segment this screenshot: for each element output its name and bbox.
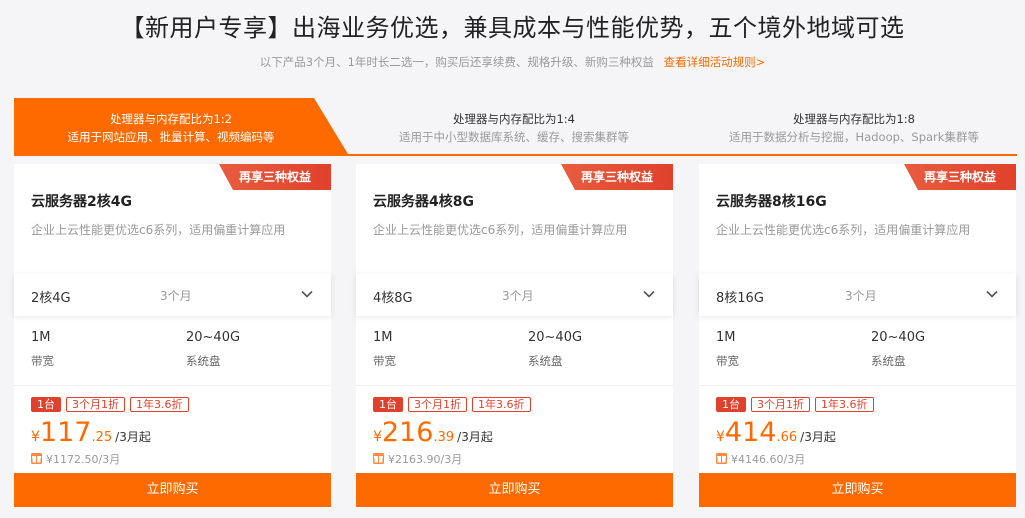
currency-symbol: ¥ <box>716 429 725 445</box>
spec-value: 4核8G <box>373 291 413 306</box>
subtitle-text: 以下产品3个月、1年时长二选一，购买后还享续费、规格升级、新购三种权益 <box>259 55 654 69</box>
tab-ratio-1-4[interactable]: 处理器与内存配比为1:4 适用于中小型数据库系统、缓存、搜索集群等 <box>354 98 674 154</box>
buy-now-button[interactable]: 立即购买 <box>699 473 1016 507</box>
duration-value: 3个月 <box>502 289 534 303</box>
price-unit: /3月起 <box>115 430 151 444</box>
tab-desc: 适用于网站应用、批量计算、视频编码等 <box>67 130 275 144</box>
product-card-4c8g: 再享三种权益 云服务器4核8G 企业上云性能更优选c6系列，适用偏重计算应用 4… <box>356 164 673 507</box>
page-title: 【新用户专享】出海业务优选，兼具成本与性能优势，五个境外地域可选 <box>120 14 905 42</box>
price: ¥117.25/3月起 <box>31 417 151 448</box>
tab-ratio-1-8[interactable]: 处理器与内存配比为1:8 适用于数据分析与挖掘，Hadoop、Spark集群等 <box>694 98 1014 154</box>
quantity-tag: 1台 <box>373 397 403 412</box>
bandwidth-label: 带宽 <box>373 354 396 368</box>
card-title: 云服务器8核16G <box>716 194 827 210</box>
spec-grid: 1M 带宽 20~40G 系统盘 <box>14 316 331 386</box>
tab-ratio-1-2[interactable]: 处理器与内存配比为1:2 适用于网站应用、批量计算、视频编码等 <box>14 98 348 154</box>
discount-tag-1y: 1年3.6折 <box>815 397 874 412</box>
discount-tag-1y: 1年3.6折 <box>472 397 531 412</box>
spec-duration-select[interactable]: 8核16G 3个月 <box>699 274 1016 316</box>
tab-desc: 适用于中小型数据库系统、缓存、搜索集群等 <box>399 130 629 144</box>
original-price-text: ¥1172.50/3月 <box>46 453 121 466</box>
price-decimal: .39 <box>433 430 455 445</box>
spec-duration-select[interactable]: 4核8G 3个月 <box>356 274 673 316</box>
card-title: 云服务器4核8G <box>373 194 474 210</box>
price-integer: 414 <box>724 417 777 448</box>
duration-value: 3个月 <box>160 289 192 303</box>
discount-tag-3m: 3个月1折 <box>408 397 467 412</box>
original-price: ¥1172.50/3月 <box>31 451 120 467</box>
chevron-down-icon <box>301 290 313 298</box>
gift-icon <box>31 453 42 464</box>
tab-title: 处理器与内存配比为1:4 <box>452 112 575 126</box>
spec-duration-select[interactable]: 2核4G 3个月 <box>14 274 331 316</box>
original-price: ¥4146.60/3月 <box>716 451 805 467</box>
tab-title: 处理器与内存配比为1:8 <box>792 112 915 126</box>
disk-label: 系统盘 <box>871 354 906 368</box>
card-title: 云服务器2核4G <box>31 194 132 210</box>
currency-symbol: ¥ <box>31 429 40 445</box>
disk-value: 20~40G <box>528 330 583 345</box>
buy-now-button[interactable]: 立即购买 <box>14 473 331 507</box>
price-decimal: .25 <box>91 430 113 445</box>
bandwidth-value: 1M <box>716 330 736 345</box>
chevron-down-icon <box>643 290 655 298</box>
price-integer: 117 <box>39 417 92 448</box>
bandwidth-label: 带宽 <box>716 354 739 368</box>
product-card-2c4g: 再享三种权益 云服务器2核4G 企业上云性能更优选c6系列，适用偏重计算应用 2… <box>14 164 331 507</box>
card-desc: 企业上云性能更优选c6系列，适用偏重计算应用 <box>373 223 628 237</box>
spec-value: 2核4G <box>31 291 71 306</box>
benefit-badge: 再享三种权益 <box>561 164 673 190</box>
spec-grid: 1M 带宽 20~40G 系统盘 <box>356 316 673 386</box>
discount-tags: 1台 3个月1折 1年3.6折 <box>716 397 879 413</box>
original-price-text: ¥4146.60/3月 <box>731 453 806 466</box>
disk-label: 系统盘 <box>528 354 563 368</box>
tab-title: 处理器与内存配比为1:2 <box>109 112 232 126</box>
price-unit: /3月起 <box>457 430 493 444</box>
discount-tag-3m: 3个月1折 <box>751 397 810 412</box>
product-card-8c16g: 再享三种权益 云服务器8核16G 企业上云性能更优选c6系列，适用偏重计算应用 … <box>699 164 1016 507</box>
benefit-badge: 再享三种权益 <box>219 164 331 190</box>
tab-desc: 适用于数据分析与挖掘，Hadoop、Spark集群等 <box>729 130 979 144</box>
original-price: ¥2163.90/3月 <box>373 451 462 467</box>
original-price-text: ¥2163.90/3月 <box>388 453 463 466</box>
duration-value: 3个月 <box>845 289 877 303</box>
disk-value: 20~40G <box>186 330 241 345</box>
price-unit: /3月起 <box>800 430 836 444</box>
spec-grid: 1M 带宽 20~40G 系统盘 <box>699 316 1016 386</box>
price: ¥414.66/3月起 <box>716 417 836 448</box>
price-integer: 216 <box>381 417 434 448</box>
benefit-badge: 再享三种权益 <box>904 164 1016 190</box>
rules-link[interactable]: 查看详细活动规则> <box>664 55 766 69</box>
buy-now-button[interactable]: 立即购买 <box>356 473 673 507</box>
currency-symbol: ¥ <box>373 429 382 445</box>
page-subtitle: 以下产品3个月、1年时长二选一，购买后还享续费、规格升级、新购三种权益 查看详细… <box>0 54 1025 70</box>
chevron-down-icon <box>986 290 998 298</box>
disk-label: 系统盘 <box>186 354 221 368</box>
quantity-tag: 1台 <box>31 397 61 412</box>
discount-tag-1y: 1年3.6折 <box>130 397 189 412</box>
discount-tags: 1台 3个月1折 1年3.6折 <box>373 397 536 413</box>
price: ¥216.39/3月起 <box>373 417 493 448</box>
quantity-tag: 1台 <box>716 397 746 412</box>
card-desc: 企业上云性能更优选c6系列，适用偏重计算应用 <box>31 223 286 237</box>
bandwidth-value: 1M <box>31 330 51 345</box>
discount-tags: 1台 3个月1折 1年3.6折 <box>31 397 194 413</box>
price-decimal: .66 <box>776 430 798 445</box>
gift-icon <box>373 453 384 464</box>
spec-value: 8核16G <box>716 291 764 306</box>
bandwidth-value: 1M <box>373 330 393 345</box>
gift-icon <box>716 453 727 464</box>
discount-tag-3m: 3个月1折 <box>66 397 125 412</box>
card-desc: 企业上云性能更优选c6系列，适用偏重计算应用 <box>716 223 971 237</box>
ratio-tabs: 处理器与内存配比为1:2 适用于网站应用、批量计算、视频编码等 处理器与内存配比… <box>14 98 1017 156</box>
disk-value: 20~40G <box>871 330 926 345</box>
bandwidth-label: 带宽 <box>31 354 54 368</box>
